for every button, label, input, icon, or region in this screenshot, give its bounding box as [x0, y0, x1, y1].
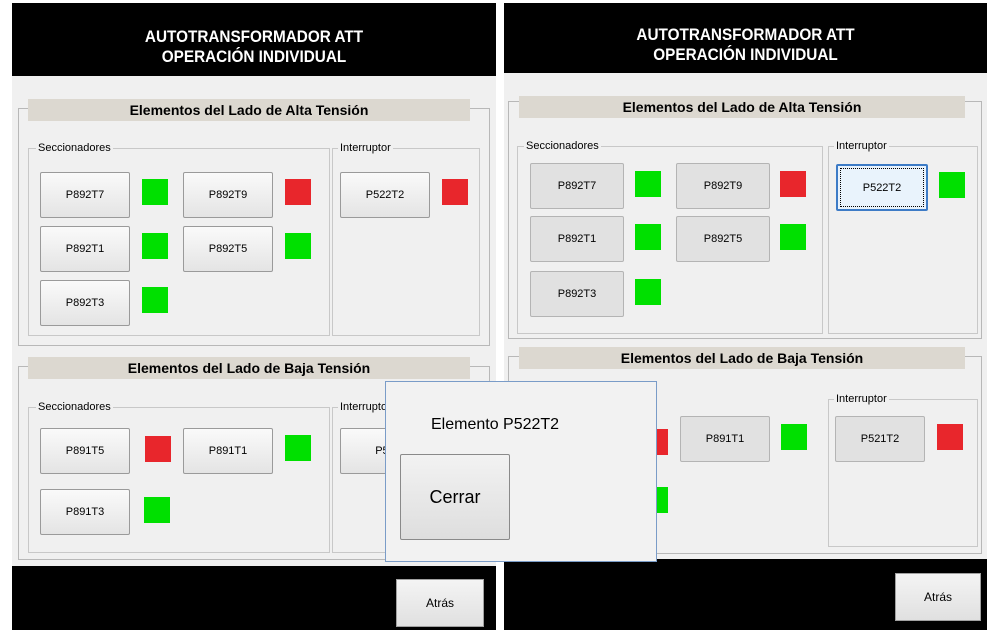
right-alta-switch-P892T3-indicator — [635, 279, 661, 305]
left-alta-switch-P892T1-indicator — [142, 233, 168, 259]
right-alta-switch-P892T3-button[interactable]: P892T3 — [530, 271, 624, 317]
right-alta-switch-P892T9-button[interactable]: P892T9 — [676, 163, 770, 209]
left-alta-seccionadores-label: Seccionadores — [36, 141, 113, 155]
left-alta-breaker-P522T2-button[interactable]: P522T2 — [340, 172, 430, 218]
right-baja-hidden-indicator-green — [656, 487, 668, 513]
left-title-line2: OPERACIÓN INDIVIDUAL — [161, 47, 347, 66]
left-alta-switch-P892T7-indicator — [142, 179, 168, 205]
right-baja-header: Elementos del Lado de Baja Tensión — [519, 347, 965, 369]
close-button[interactable]: Cerrar — [400, 454, 510, 540]
right-alta-interruptor-label: Interruptor — [834, 139, 889, 153]
left-alta-header: Elementos del Lado de Alta Tensión — [28, 99, 470, 121]
left-baja-switch-P891T5-indicator — [145, 436, 171, 462]
dialog-label: Elemento P522T2 — [431, 416, 560, 433]
right-alta-breaker-P522T2-indicator — [939, 172, 965, 198]
left-title-line1: AUTOTRANSFORMADOR ATT — [144, 27, 364, 46]
right-baja-breaker-P521T2-button[interactable]: P521T2 — [835, 416, 925, 462]
right-alta-switch-P892T7-indicator — [635, 171, 661, 197]
left-alta-switch-P892T9-button[interactable]: P892T9 — [183, 172, 273, 218]
left-alta-switch-P892T1-button[interactable]: P892T1 — [40, 226, 130, 272]
right-alta-switch-P892T1-indicator — [635, 224, 661, 250]
left-baja-switch-P891T3-indicator — [144, 497, 170, 523]
right-alta-switch-P892T5-indicator — [780, 224, 806, 250]
right-baja-switch-P891T1-indicator — [781, 424, 807, 450]
left-alta-switch-P892T9-indicator — [285, 179, 311, 205]
right-alta-switch-P892T1-button[interactable]: P892T1 — [530, 216, 624, 262]
right-alta-seccionadores-label: Seccionadores — [524, 139, 601, 153]
left-baja-switch-P891T1-indicator — [285, 435, 311, 461]
right-baja-hidden-indicator-red — [656, 429, 668, 455]
left-alta-switch-P892T5-indicator — [285, 233, 311, 259]
left-baja-switch-P891T1-button[interactable]: P891T1 — [183, 428, 273, 474]
right-title-line1: AUTOTRANSFORMADOR ATT — [636, 25, 855, 44]
right-baja-interruptor-label: Interruptor — [834, 392, 889, 406]
right-alta-header: Elementos del Lado de Alta Tensión — [519, 96, 965, 118]
element-dialog: Elemento P522T2 Cerrar — [385, 381, 657, 562]
right-alta-breaker-P522T2-button[interactable]: P522T2 — [836, 164, 928, 211]
left-back-button[interactable]: Atrás — [396, 579, 484, 627]
left-alta-breaker-P522T2-indicator — [442, 179, 468, 205]
right-alta-switch-P892T9-indicator — [780, 171, 806, 197]
right-back-button[interactable]: Atrás — [895, 573, 981, 621]
left-alta-switch-P892T3-indicator — [142, 287, 168, 313]
left-alta-switch-P892T5-button[interactable]: P892T5 — [183, 226, 273, 272]
right-baja-switch-P891T1-button[interactable]: P891T1 — [680, 416, 770, 462]
right-alta-switch-P892T5-button[interactable]: P892T5 — [676, 216, 770, 262]
right-alta-switch-P892T7-button[interactable]: P892T7 — [530, 163, 624, 209]
left-alta-switch-P892T7-button[interactable]: P892T7 — [40, 172, 130, 218]
right-baja-breaker-P521T2-indicator — [937, 424, 963, 450]
right-title-line2: OPERACIÓN INDIVIDUAL — [653, 45, 838, 64]
left-baja-seccionadores-label: Seccionadores — [36, 400, 113, 414]
left-alta-interruptor-label: Interruptor — [338, 141, 393, 155]
left-baja-switch-P891T3-button[interactable]: P891T3 — [40, 489, 130, 535]
left-alta-switch-P892T3-button[interactable]: P892T3 — [40, 280, 130, 326]
left-baja-switch-P891T5-button[interactable]: P891T5 — [40, 428, 130, 474]
left-baja-header: Elementos del Lado de Baja Tensión — [28, 357, 470, 379]
